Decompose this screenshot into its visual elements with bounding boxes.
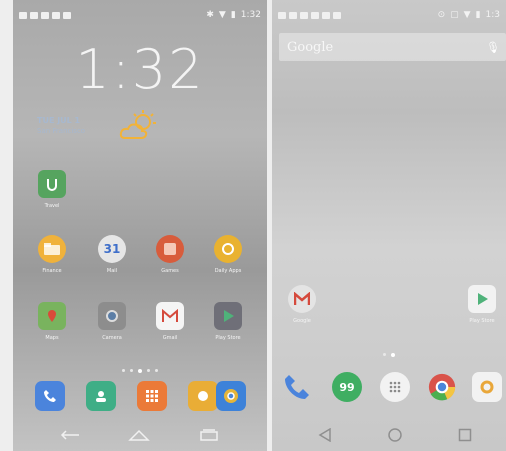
- phone-icon[interactable]: [282, 372, 312, 402]
- search-label: Google: [287, 39, 334, 55]
- vibrate-icon: ▢: [450, 10, 459, 20]
- app-label: Daily Apps: [214, 268, 242, 274]
- folder-games[interactable]: Games: [150, 235, 190, 274]
- travel-app-icon: [38, 170, 66, 198]
- wifi-icon: ▼: [463, 10, 471, 20]
- app-google[interactable]: Google: [282, 285, 322, 324]
- wifi-icon: ▼: [218, 10, 226, 20]
- app-maps[interactable]: Maps: [32, 302, 72, 341]
- dock: 99: [272, 372, 506, 410]
- app-label: Play Store: [469, 318, 495, 324]
- play-store-icon: [214, 302, 242, 330]
- navigation-bar: [272, 421, 506, 451]
- back-icon[interactable]: [57, 425, 83, 445]
- daily-apps-icon: [214, 235, 242, 263]
- app-drawer-icon[interactable]: [380, 372, 410, 402]
- app-label: Mail: [106, 268, 118, 274]
- chrome-icon[interactable]: [427, 372, 457, 402]
- notification-icon: [311, 11, 319, 19]
- app-travel[interactable]: Travel: [32, 170, 72, 209]
- app-label: Games: [161, 268, 179, 274]
- messaging-icon[interactable]: [188, 381, 218, 411]
- status-time: 1:32: [240, 10, 261, 20]
- dock: [13, 381, 267, 419]
- date-text: TUE JUL 1: [37, 116, 81, 125]
- app-label: Travel: [44, 203, 60, 209]
- left-phone-screen: ✱ ▼ ▮ 1:32 1:32 TUE JUL 1 San Francisco …: [13, 0, 267, 451]
- back-icon[interactable]: [312, 425, 338, 445]
- page-dot: [147, 369, 150, 372]
- page-dot-active: [138, 369, 142, 373]
- status-bar: ✱ ▼ ▮ 1:32: [13, 0, 267, 30]
- partly-cloudy-icon[interactable]: [117, 108, 161, 144]
- notification-icon: [322, 11, 330, 19]
- alarm-icon: ⊙: [437, 10, 446, 20]
- home-icon[interactable]: [382, 425, 408, 445]
- status-time: 1:3: [485, 10, 500, 20]
- notification-icon: [19, 11, 27, 19]
- maps-icon: [38, 302, 66, 330]
- notification-icon: [289, 11, 297, 19]
- calendar-day: 31: [103, 242, 121, 256]
- app-play-store[interactable]: Play Store: [208, 302, 248, 341]
- app-label: Gmail: [162, 335, 178, 341]
- battery-icon: ▮: [230, 10, 236, 20]
- hangouts-icon[interactable]: 99: [332, 372, 362, 402]
- recent-apps-icon[interactable]: [196, 425, 222, 445]
- folder-finance[interactable]: Finance: [32, 235, 72, 274]
- microphone-icon[interactable]: 🎙: [486, 41, 500, 54]
- app-label: Maps: [45, 335, 59, 341]
- notification-icon: [300, 11, 308, 19]
- notification-icon: [333, 11, 341, 19]
- recent-apps-icon[interactable]: [452, 425, 478, 445]
- gmail-icon: [288, 285, 316, 313]
- play-store-icon: [468, 285, 496, 313]
- app-play-store[interactable]: Play Store: [462, 285, 502, 324]
- notification-icon: [30, 11, 38, 19]
- app-label: Play Store: [215, 335, 241, 341]
- home-icon[interactable]: [126, 425, 152, 445]
- hangouts-glyph: 99: [339, 380, 355, 394]
- folder-daily-apps[interactable]: Daily Apps: [208, 235, 248, 274]
- google-search-bar[interactable]: Google 🎙: [279, 33, 506, 61]
- app-label: Camera: [102, 335, 122, 341]
- page-dot-active: [391, 353, 395, 357]
- bluetooth-icon: ✱: [206, 10, 214, 20]
- page-indicator: [272, 353, 506, 357]
- notification-icon: [278, 11, 286, 19]
- app-label: Finance: [42, 268, 62, 274]
- notification-icon: [63, 11, 71, 19]
- page-dot: [130, 369, 133, 372]
- notification-icon: [52, 11, 60, 19]
- right-phone-screen: ⊙ ▢ ▼ ▮ 1:3 Google 🎙 Google Play Store 9…: [272, 0, 506, 451]
- app-camera[interactable]: Camera: [92, 302, 132, 341]
- chrome-icon[interactable]: [216, 381, 246, 411]
- date-widget[interactable]: TUE JUL 1 San Francisco: [37, 115, 85, 137]
- phone-icon[interactable]: [35, 381, 65, 411]
- navigation-bar: [13, 421, 267, 451]
- calendar-icon: 31: [98, 235, 126, 263]
- notification-icon: [41, 11, 49, 19]
- status-bar: ⊙ ▢ ▼ ▮ 1:3: [272, 0, 506, 30]
- app-label: Google: [293, 318, 311, 324]
- camera-icon: [98, 302, 126, 330]
- location-text: San Francisco: [37, 127, 86, 135]
- app-gmail[interactable]: Gmail: [150, 302, 190, 341]
- gmail-icon: [156, 302, 184, 330]
- photos-icon[interactable]: [472, 372, 502, 402]
- app-drawer-icon[interactable]: [137, 381, 167, 411]
- contacts-icon[interactable]: [86, 381, 116, 411]
- clock-widget[interactable]: 1:32: [13, 38, 267, 101]
- page-dot: [155, 369, 158, 372]
- games-icon: [156, 235, 184, 263]
- battery-icon: ▮: [475, 10, 481, 20]
- page-indicator: [13, 369, 267, 373]
- page-dot: [383, 353, 386, 356]
- folder-mail[interactable]: 31 Mail: [92, 235, 132, 274]
- folder-icon: [38, 235, 66, 263]
- page-dot: [122, 369, 125, 372]
